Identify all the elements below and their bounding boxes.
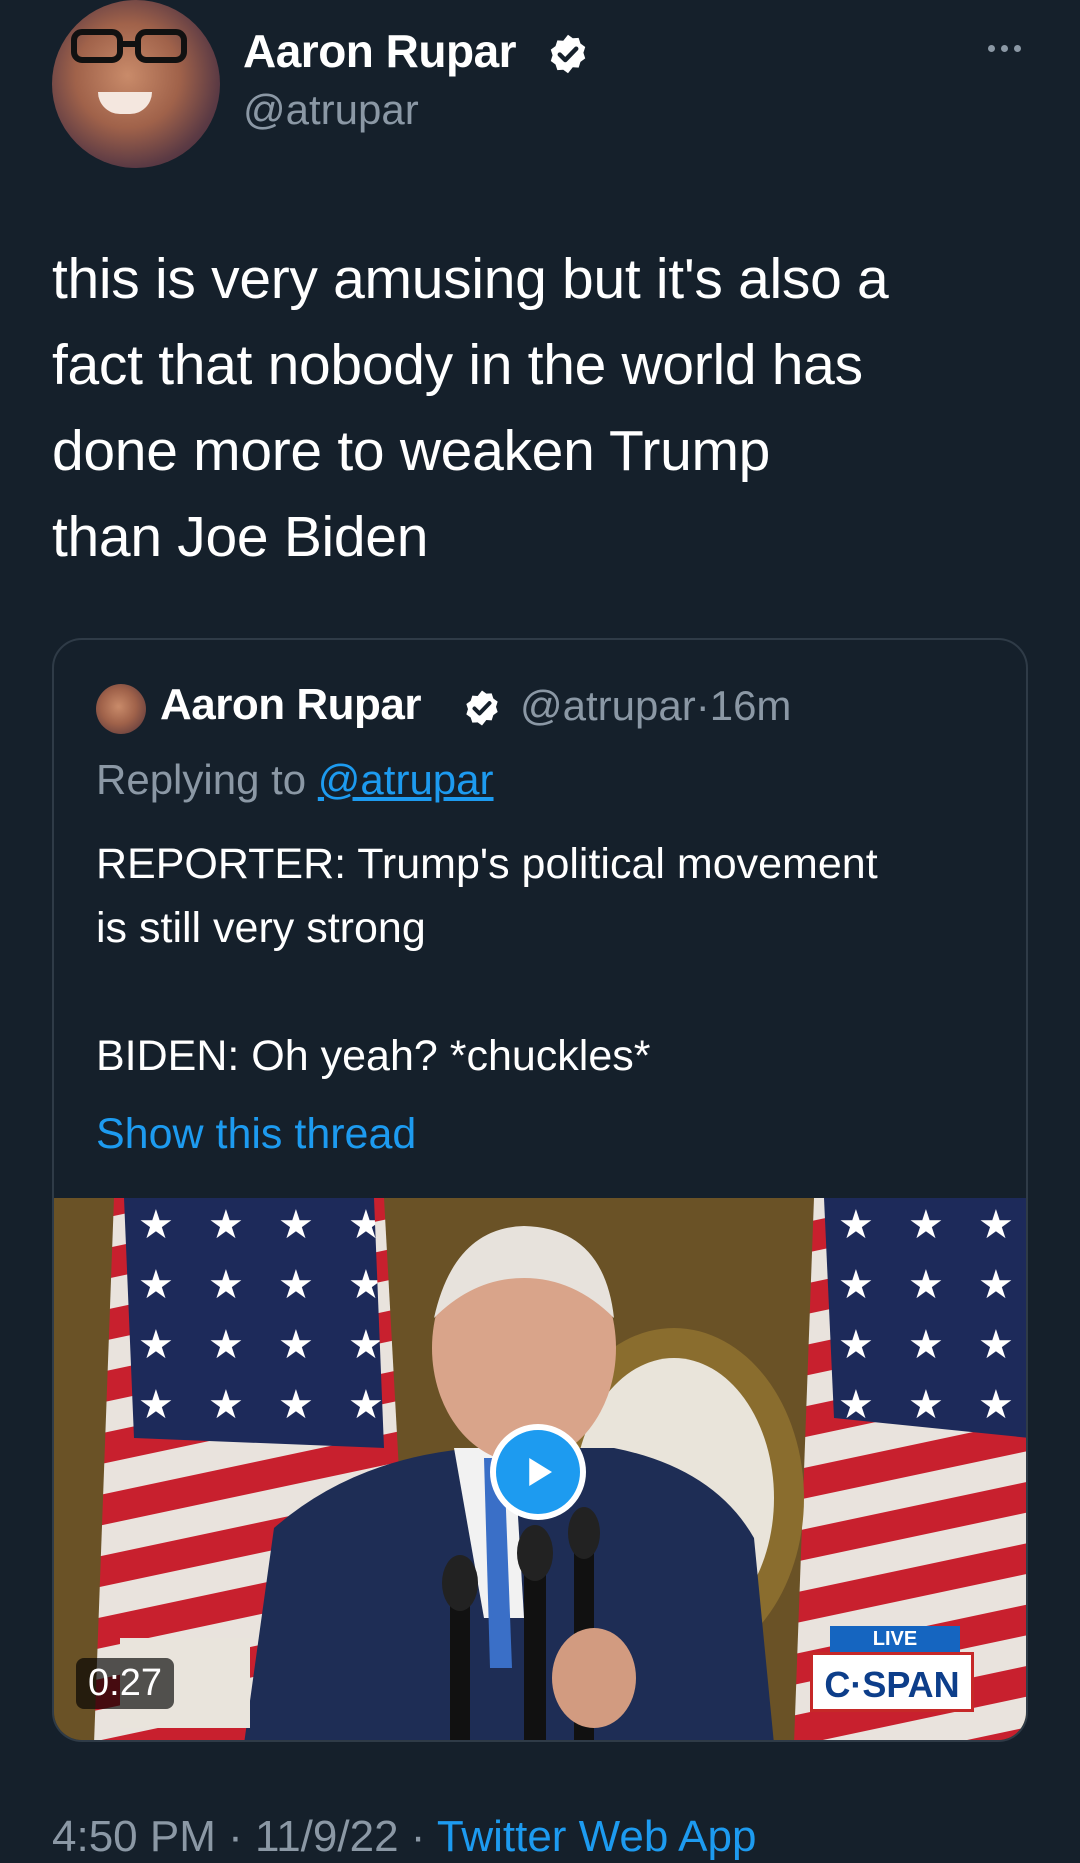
- quoted-author-handle: @atrupar: [520, 682, 696, 729]
- author-avatar[interactable]: [52, 0, 220, 168]
- video-thumbnail[interactable]: ★: [54, 1198, 1026, 1740]
- replying-prefix: Replying to: [96, 756, 307, 803]
- author-handle[interactable]: @atrupar: [243, 86, 419, 134]
- network-logo: C·SPAN: [810, 1652, 974, 1712]
- quoted-tweet-card[interactable]: Aaron Rupar @atrupar·16m Replying to @at…: [52, 638, 1028, 1742]
- quoted-time: 16m: [709, 682, 792, 729]
- play-icon[interactable]: [490, 1424, 586, 1520]
- replying-mention-link[interactable]: @atrupar: [318, 756, 494, 803]
- verified-badge-icon: [466, 690, 498, 726]
- tweet-text: this is very amusing but it's also a fac…: [52, 247, 889, 569]
- quoted-meta: @atrupar·16m: [520, 682, 791, 730]
- verified-badge-icon: [550, 34, 586, 74]
- footer-separator: ·: [228, 1812, 243, 1861]
- meta-separator: ·: [695, 682, 710, 729]
- footer-date[interactable]: 11/9/22: [255, 1812, 399, 1861]
- quoted-author-avatar: [96, 684, 146, 734]
- footer-separator: ·: [410, 1812, 426, 1861]
- show-thread-link[interactable]: Show this thread: [96, 1110, 416, 1159]
- author-name[interactable]: Aaron Rupar: [243, 24, 517, 78]
- source-app-link[interactable]: Twitter Web App: [437, 1812, 757, 1861]
- video-duration-badge: 0:27: [76, 1658, 174, 1709]
- more-options-icon[interactable]: [984, 38, 1024, 58]
- footer-time[interactable]: 4:50 PM: [52, 1812, 216, 1861]
- play-triangle-icon: [529, 1458, 552, 1486]
- glasses-graphic: [71, 29, 187, 63]
- quoted-author-name: Aaron Rupar: [160, 680, 421, 729]
- network-bug: LIVE C·SPAN: [810, 1626, 974, 1712]
- avatar-smile: [98, 92, 152, 114]
- replying-to: Replying to @atrupar: [96, 756, 494, 804]
- live-label: LIVE: [830, 1626, 960, 1652]
- quoted-tweet-text: REPORTER: Trump's political movement is …: [96, 840, 878, 1080]
- tweet-detail-page: Aaron Rupar @atrupar this is very amusin…: [0, 0, 1080, 1863]
- tweet-footer: 4:50 PM · 11/9/22 · Twitter Web App: [52, 1812, 756, 1862]
